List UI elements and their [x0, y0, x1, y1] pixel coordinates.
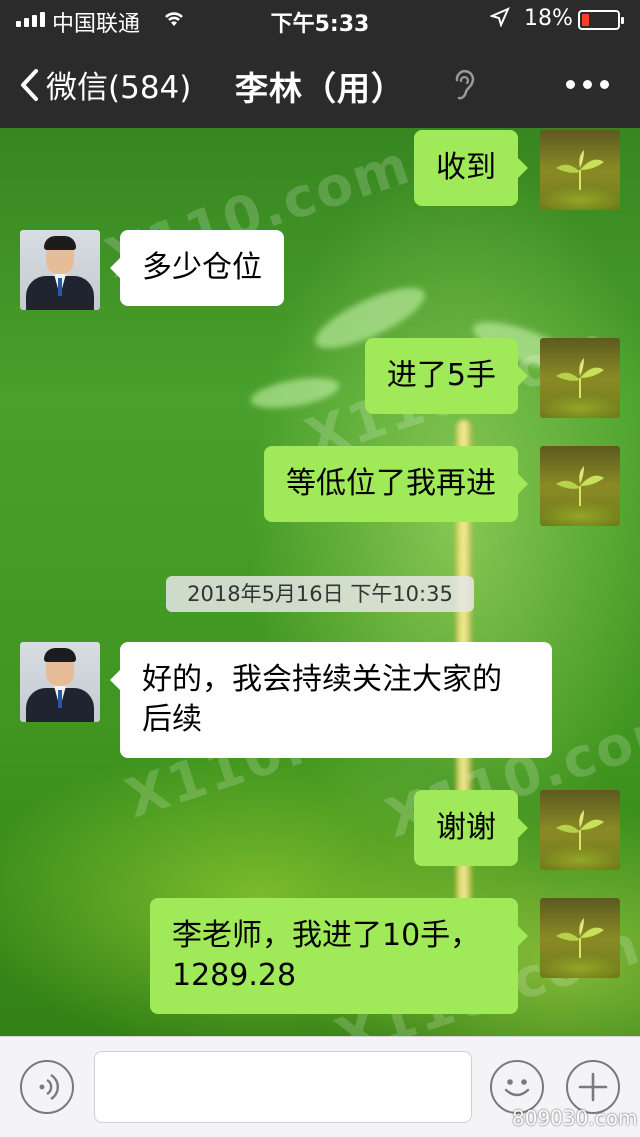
nav-bar: 微信(584) 李林（用）: [0, 44, 640, 128]
location-arrow-icon: [489, 7, 510, 32]
sprout-icon: [556, 466, 604, 506]
plus-icon: [578, 1072, 608, 1102]
message-bubble-sent[interactable]: 进了5手: [364, 338, 529, 414]
sprout-icon: [556, 358, 604, 398]
message-bubble-sent[interactable]: 李老师，我进了10手，1289.28: [150, 898, 528, 1014]
status-bar: 中国联通 下午5:33 18%: [0, 0, 640, 40]
my-avatar[interactable]: [540, 130, 620, 210]
ear-icon: [455, 69, 475, 100]
more-dots-icon: [566, 80, 575, 89]
message-input[interactable]: [94, 1051, 472, 1123]
my-avatar[interactable]: [540, 338, 620, 418]
message-bubble-received[interactable]: 多少仓位: [110, 230, 284, 306]
emoji-icon: [504, 1079, 530, 1097]
chat-area[interactable]: 收到 多少仓位 进了5手 等低位了我再进 2018年5月16日 下午10:35 …: [0, 128, 640, 1036]
sprout-icon: [556, 918, 604, 958]
my-avatar[interactable]: [540, 790, 620, 870]
contact-avatar[interactable]: [20, 642, 100, 722]
voice-icon: [39, 1073, 59, 1101]
message-bubble-sent[interactable]: 收到: [414, 130, 528, 206]
more-button[interactable]: [566, 80, 609, 89]
corner-watermark: 809030.com: [512, 1106, 638, 1130]
chat-title: 李林（用）: [235, 69, 405, 108]
message-bubble-received[interactable]: 好的，我会持续关注大家的后续: [110, 642, 552, 758]
my-avatar[interactable]: [540, 446, 620, 526]
battery-percent: 18%: [524, 6, 573, 31]
message-timestamp: 2018年5月16日 下午10:35: [166, 576, 474, 612]
voice-button[interactable]: [20, 1060, 74, 1114]
contact-avatar[interactable]: [20, 230, 100, 310]
sprout-icon: [556, 150, 604, 190]
message-bubble-sent[interactable]: 等低位了我再进: [264, 446, 528, 522]
message-bubble-sent[interactable]: 谢谢: [414, 790, 528, 866]
my-avatar[interactable]: [540, 898, 620, 978]
sprout-icon: [556, 810, 604, 850]
top-bar: 中国联通 下午5:33 18% 微信(584) 李林（用）: [0, 0, 640, 128]
battery-icon: [578, 10, 624, 30]
